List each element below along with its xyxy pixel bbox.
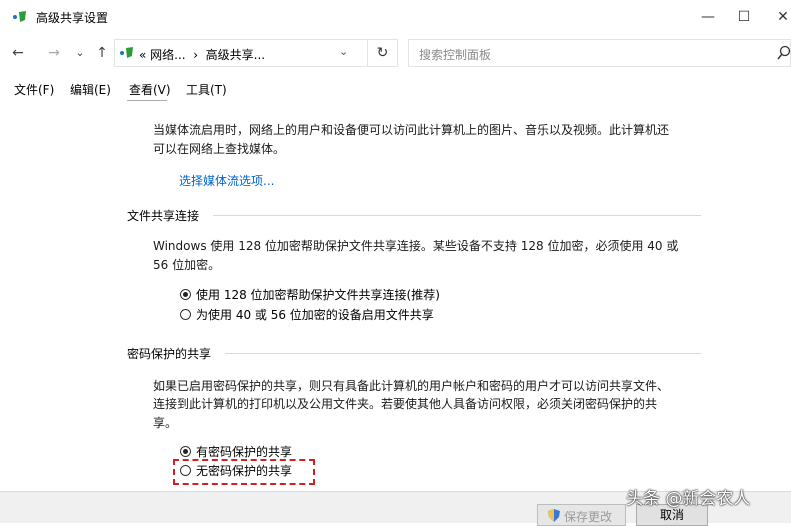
close-button[interactable]: ✕	[771, 6, 791, 28]
maximize-button[interactable]: ☐	[732, 6, 756, 28]
network-icon	[13, 11, 26, 22]
save-changes-label: 保存更改	[564, 510, 613, 524]
radio-128bit-encryption[interactable]	[180, 289, 191, 300]
uac-shield-icon	[548, 509, 560, 522]
media-streaming-options-link[interactable]: 选择媒体流选项...	[179, 172, 274, 189]
settings-content: 当媒体流启用时，网络上的用户和设备便可以访问此计算机上的图片、音乐以及视频。此计…	[0, 100, 791, 491]
password-description-line3: 享。	[153, 416, 178, 430]
radio-label-40-56bit[interactable]: 为使用 40 或 56 位加密的设备启用文件共享	[196, 306, 434, 323]
watermark: 头条 @新会农人	[626, 489, 751, 509]
back-button[interactable]: ←	[8, 42, 28, 64]
file-sharing-description-line1: Windows 使用 128 位加密帮助保护文件共享连接。某些设备不支持 128…	[153, 239, 679, 253]
section-divider	[213, 215, 701, 216]
radio-label-password-on[interactable]: 有密码保护的共享	[196, 443, 292, 460]
highlight-annotation	[173, 459, 315, 485]
section-title-password-sharing: 密码保护的共享	[127, 347, 212, 361]
search-placeholder: 搜索控制面板	[419, 48, 492, 62]
refresh-button[interactable]: ↻	[368, 39, 398, 67]
menu-file[interactable]: 文件(F)	[14, 81, 54, 98]
section-title-file-sharing: 文件共享连接	[127, 209, 200, 223]
section-divider	[225, 353, 701, 354]
clipped-heading	[127, 100, 167, 101]
chevron-down-icon[interactable]: ⌄	[339, 45, 348, 58]
up-button[interactable]: ↑	[92, 42, 112, 64]
forward-button[interactable]: →	[44, 42, 64, 64]
menu-tools[interactable]: 工具(T)	[186, 81, 227, 98]
search-icon[interactable]	[777, 45, 791, 61]
address-bar-row: ← → ⌄ ↑ « 网络... › 高级共享... ⌄ ↻ 搜索控制面板	[0, 38, 791, 68]
radio-password-protected-on[interactable]	[180, 446, 191, 457]
search-input[interactable]: 搜索控制面板	[408, 39, 791, 67]
radio-40-56bit-encryption[interactable]	[180, 309, 191, 320]
address-box[interactable]: « 网络... › 高级共享... ⌄	[114, 39, 368, 67]
media-description-line2: 可以在网络上查找媒体。	[153, 142, 286, 156]
password-description-line2: 连接到此计算机的打印机以及公用文件夹。若要使其他人具备访问权限，必须关闭密码保护…	[153, 397, 658, 411]
title-bar: 高级共享设置 — ☐ ✕	[0, 0, 791, 34]
menu-bar: 文件(F) 编辑(E) 查看(V) 工具(T)	[0, 78, 791, 100]
window-title: 高级共享设置	[36, 11, 109, 25]
radio-label-128bit[interactable]: 使用 128 位加密帮助保护文件共享连接(推荐)	[196, 286, 440, 303]
minimize-button[interactable]: —	[696, 6, 720, 28]
menu-view[interactable]: 查看(V)	[129, 81, 171, 98]
file-sharing-description-line2: 56 位加密。	[153, 258, 221, 272]
password-description-line1: 如果已启用密码保护的共享，则只有具备此计算机的用户帐户和密码的用户才可以访问共享…	[153, 379, 670, 393]
breadcrumb[interactable]: « 网络... › 高级共享...	[139, 46, 265, 63]
media-description-line1: 当媒体流启用时，网络上的用户和设备便可以访问此计算机上的图片、音乐以及视频。此计…	[153, 123, 670, 137]
recent-locations-button[interactable]: ⌄	[70, 42, 90, 64]
menu-edit[interactable]: 编辑(E)	[70, 81, 111, 98]
network-icon	[120, 47, 133, 58]
